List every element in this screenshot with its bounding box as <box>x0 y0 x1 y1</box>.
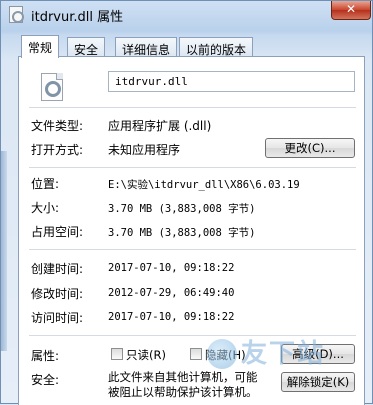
file-type-label: 文件类型: <box>31 119 84 133</box>
window-title: itdrvur.dll 属性 <box>31 10 124 25</box>
accessed-label: 访问时间: <box>31 311 84 325</box>
attributes-label: 属性: <box>31 349 60 363</box>
divider <box>29 167 356 168</box>
tab-strip: 常规 安全 详细信息 以前的版本 <box>21 35 361 58</box>
security-label: 安全: <box>31 373 60 387</box>
size-on-disk-label: 占用空间: <box>31 225 84 239</box>
file-type-value: 应用程序扩展 (.dll) <box>108 119 212 133</box>
modified-label: 修改时间: <box>31 287 84 301</box>
tab-security[interactable]: 安全 <box>67 37 106 57</box>
file-name-field[interactable]: itdrvur.dll <box>108 71 355 92</box>
created-value: 2017-07-10, 09:18:22 <box>108 262 235 274</box>
open-with-value: 未知应用程序 <box>108 143 181 157</box>
tab-general[interactable]: 常规 <box>21 35 60 58</box>
created-label: 创建时间: <box>31 262 84 276</box>
accessed-value: 2017-07-10, 09:18:22 <box>108 311 235 323</box>
readonly-checkbox[interactable] <box>111 348 123 360</box>
location-label: 位置: <box>31 177 60 191</box>
size-value: 3.70 MB (3,883,008 字节) <box>108 203 256 215</box>
window-frame-edge <box>1 151 7 351</box>
close-button[interactable]: ✕ <box>331 1 371 20</box>
dll-file-icon <box>41 73 63 101</box>
tab-details[interactable]: 详细信息 <box>115 37 178 57</box>
change-button[interactable]: 更改(C)... <box>265 138 355 158</box>
unblock-button[interactable]: 解除锁定(K) <box>281 372 355 392</box>
title-bar[interactable]: itdrvur.dll 属性 ✕ <box>1 1 372 29</box>
divider <box>29 107 356 108</box>
advanced-button[interactable]: 高级(D)... <box>281 344 355 364</box>
divider <box>29 249 356 250</box>
security-message-line-2: 被阻止以帮助保护该计算机。 <box>108 385 258 399</box>
size-on-disk-value: 3.70 MB (3,883,008 字节) <box>108 227 256 239</box>
properties-window: itdrvur.dll 属性 ✕ 常规 安全 详细信息 以前的版本 itdrvu… <box>0 0 373 405</box>
dll-file-icon <box>9 6 24 23</box>
open-with-label: 打开方式: <box>31 143 84 157</box>
hidden-checkbox[interactable] <box>190 348 202 360</box>
tab-previous-versions[interactable]: 以前的版本 <box>179 37 254 57</box>
size-label: 大小: <box>31 201 60 215</box>
hidden-label[interactable]: 隐藏(H) <box>205 347 246 363</box>
readonly-label[interactable]: 只读(R) <box>126 347 166 363</box>
modified-value: 2012-07-29, 06:49:40 <box>108 287 235 299</box>
general-tab-panel: itdrvur.dll 文件类型: 应用程序扩展 (.dll) 打开方式: 未知… <box>18 56 365 405</box>
location-value: E:\实验\itdrvur_dll\X86\6.03.19 <box>108 179 300 191</box>
security-message-line-1: 此文件来自其他计算机，可能 <box>108 370 258 384</box>
divider <box>29 335 356 336</box>
